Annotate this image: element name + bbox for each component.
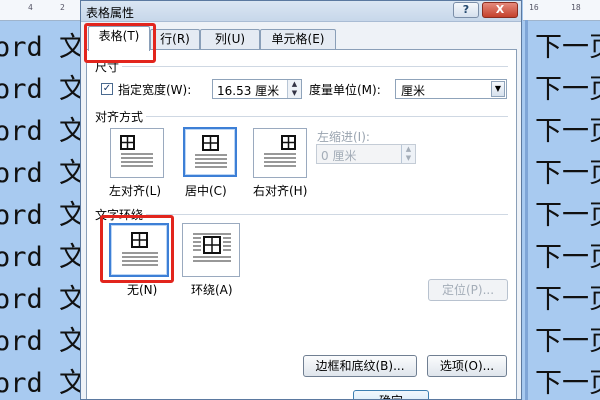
document-right-strip: 16 18 下一页 下一页 下一页 下一页 下一页 下一页 下一页 下一页 下一… <box>523 0 600 400</box>
document-text-line: 下一页 <box>535 116 600 147</box>
measure-in-value: 厘米 <box>401 84 426 98</box>
dialog-title: 表格属性 <box>86 6 135 20</box>
wrap-none-label: 无(N) <box>127 283 158 297</box>
group-divider <box>95 214 508 215</box>
document-text-line: 下一页 <box>535 158 600 189</box>
align-right-option[interactable] <box>253 128 307 178</box>
preferred-width-value: 16.53 厘米 <box>217 84 280 98</box>
ruler-number: 4 <box>28 3 33 12</box>
align-left-label: 左对齐(L) <box>109 184 162 198</box>
document-text-line: ord 文 <box>0 32 87 63</box>
size-group-label: 尺寸 <box>95 58 123 75</box>
stepper-arrows[interactable]: ▲ ▼ <box>401 145 415 163</box>
document-left-strip: 4 2 ord 文 ord 文 ord 文 ord 文 ord 文 ord 文 … <box>0 0 86 400</box>
horizontal-ruler-left: 4 2 <box>0 0 80 21</box>
document-margin-line <box>525 20 528 400</box>
help-button[interactable]: ? <box>453 2 479 18</box>
chevron-up-icon[interactable]: ▲ <box>402 145 415 154</box>
document-text-line: 下一页 <box>535 368 600 399</box>
ok-button[interactable]: 确定 <box>353 390 429 399</box>
table-align-left-icon <box>120 135 153 167</box>
wrap-around-label: 环绕(A) <box>191 283 233 297</box>
preferred-width-label: 指定宽度(W): <box>118 83 192 97</box>
document-text-line: ord 文 <box>0 74 87 105</box>
align-left-option[interactable] <box>110 128 164 178</box>
close-button[interactable]: X <box>482 2 518 18</box>
ruler-number: 18 <box>571 3 581 12</box>
measure-in-select[interactable]: 厘米 ▼ <box>395 79 507 99</box>
document-text-line: 下一页 <box>535 200 600 231</box>
positioning-button[interactable]: 定位(P)... <box>428 279 508 301</box>
borders-and-shading-button[interactable]: 边框和底纹(B)... <box>303 355 417 377</box>
document-text-line: 下一页 <box>535 326 600 357</box>
chevron-up-icon[interactable]: ▲ <box>288 80 301 89</box>
tab-table[interactable]: 表格(T) <box>88 26 150 51</box>
ruler-number: 16 <box>529 3 539 12</box>
tab-column[interactable]: 列(U) <box>200 29 260 49</box>
indent-from-left-label: 左缩进(I): <box>317 130 370 144</box>
horizontal-ruler-right: 16 18 <box>523 0 600 21</box>
ruler-number: 2 <box>60 3 65 12</box>
text-wrapping-group-label: 文字环绕 <box>95 206 147 223</box>
align-center-label: 居中(C) <box>185 184 227 198</box>
chevron-down-icon[interactable]: ▼ <box>402 154 415 163</box>
wrap-around-option[interactable] <box>182 223 240 277</box>
preferred-width-checkbox[interactable]: ✓ <box>101 83 113 95</box>
measure-in-label: 度量单位(M): <box>309 83 381 97</box>
table-align-center-icon <box>195 135 227 168</box>
chevron-down-icon[interactable]: ▼ <box>491 81 505 97</box>
document-text-line: ord 文 <box>0 200 87 231</box>
chevron-down-icon[interactable]: ▼ <box>288 89 301 98</box>
indent-from-left-value: 0 厘米 <box>321 149 357 163</box>
table-no-wrap-icon <box>122 232 158 266</box>
stepper-arrows[interactable]: ▲ ▼ <box>287 80 301 98</box>
tab-row[interactable]: 行(R) <box>150 29 200 49</box>
preferred-width-stepper[interactable]: 16.53 厘米 ▲ ▼ <box>212 79 302 99</box>
tab-cell[interactable]: 单元格(E) <box>260 29 336 49</box>
group-divider <box>95 116 508 117</box>
document-text-line: 下一页 <box>535 32 600 63</box>
table-properties-dialog: 表格属性 ? X 表格(T) 行(R) 列(U) 单元格(E) 尺寸 ✓ 指定宽… <box>80 0 522 400</box>
align-right-label: 右对齐(H) <box>253 184 308 198</box>
table-align-right-icon <box>264 135 296 167</box>
indent-from-left-stepper[interactable]: 0 厘米 ▲ ▼ <box>316 144 416 164</box>
table-tab-panel: 尺寸 ✓ 指定宽度(W): 16.53 厘米 ▲ ▼ 度量单位(M): 厘米 ▼… <box>86 49 517 399</box>
alignment-group-label: 对齐方式 <box>95 108 147 125</box>
document-text-line: 下一页 <box>535 74 600 105</box>
document-text-line: 下一页 <box>535 284 600 315</box>
document-text-line: 下一页 <box>535 242 600 273</box>
group-divider <box>95 66 508 67</box>
document-text-line: ord 文 <box>0 326 87 357</box>
table-wrap-around-icon <box>193 233 231 262</box>
document-text-line: ord 文 <box>0 368 87 399</box>
options-button[interactable]: 选项(O)... <box>427 355 507 377</box>
align-center-option[interactable] <box>183 127 237 177</box>
document-text-line: ord 文 <box>0 284 87 315</box>
document-text-line: ord 文 <box>0 116 87 147</box>
wrap-none-option[interactable] <box>109 223 169 277</box>
document-text-line: ord 文 <box>0 158 87 189</box>
dialog-titlebar[interactable]: 表格属性 ? X <box>81 1 521 22</box>
document-text-line: ord 文 <box>0 242 87 273</box>
